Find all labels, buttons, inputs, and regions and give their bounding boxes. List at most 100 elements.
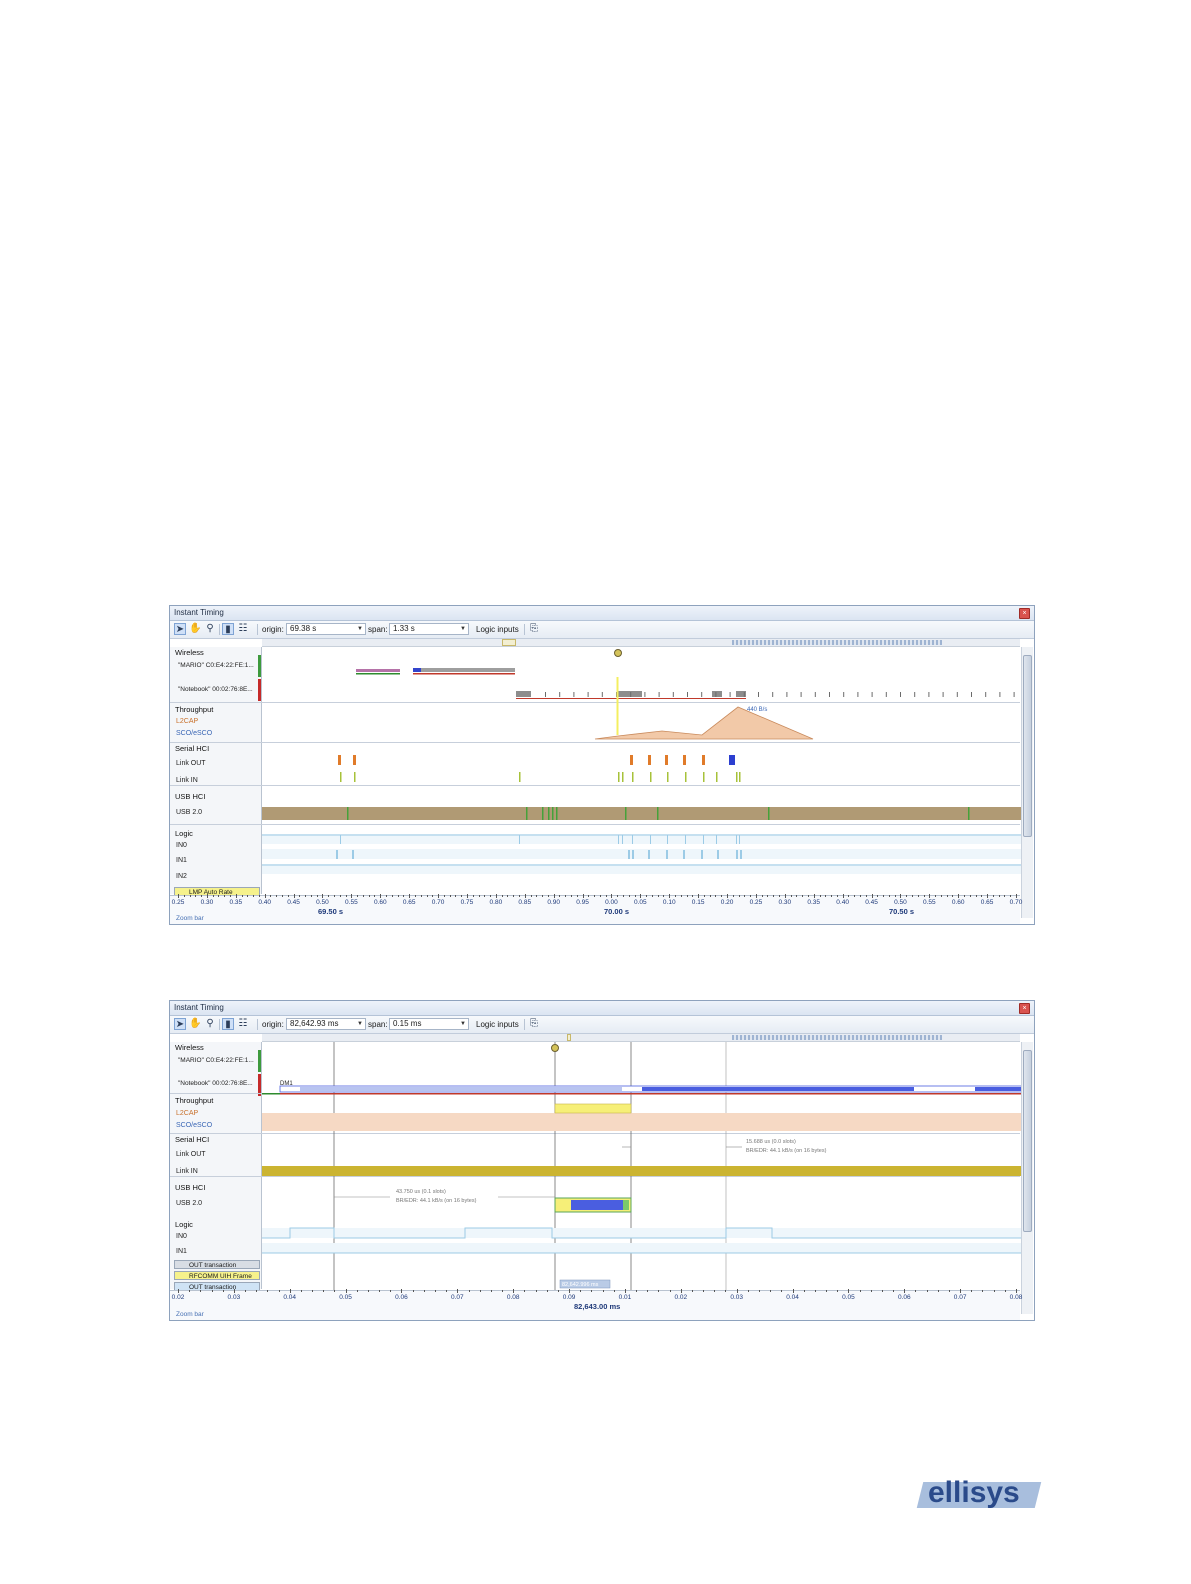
pointer-icon[interactable]: ➤ bbox=[174, 1018, 186, 1030]
packet-tick bbox=[743, 692, 745, 697]
timing-plot-2[interactable]: DM1 15.688 us (0.0 slots) BR/EDR: 44.1 k… bbox=[262, 1042, 1023, 1290]
axis-tick-label: 0.05 bbox=[842, 1294, 855, 1301]
out-transaction-button[interactable]: OUT transaction bbox=[174, 1260, 260, 1269]
link-out-mark bbox=[353, 755, 356, 765]
axis-tick-label: 0.70 bbox=[1009, 899, 1023, 906]
zoom-bar-label[interactable]: Zoom bar bbox=[176, 915, 204, 922]
axis-minor-tick bbox=[502, 1290, 504, 1292]
link-in-mark bbox=[650, 772, 652, 782]
vertical-scrollbar[interactable] bbox=[1021, 1042, 1033, 1314]
close-icon[interactable]: × bbox=[1019, 1003, 1030, 1014]
axis-minor-tick bbox=[883, 895, 885, 897]
packet-mark bbox=[413, 668, 421, 672]
overview-handle[interactable] bbox=[502, 639, 516, 646]
link-out-mark bbox=[729, 755, 735, 765]
settings-dropdown-icon[interactable]: ☷ bbox=[237, 1018, 249, 1030]
timing-plot-1-svg[interactable]: 440 B/s bbox=[262, 647, 1022, 894]
axis-minor-tick bbox=[224, 895, 226, 897]
axis-minor-tick bbox=[414, 895, 416, 897]
axis-minor-tick bbox=[253, 895, 255, 897]
axis-minor-tick bbox=[657, 895, 659, 897]
axis-tick-label: 0.05 bbox=[634, 899, 647, 906]
axis-tick bbox=[904, 1289, 906, 1293]
axis-minor-tick bbox=[256, 1290, 258, 1292]
axis-minor-tick bbox=[245, 1290, 247, 1292]
device-notebook-label[interactable]: "Notebook" 00:02:76:8E... bbox=[178, 686, 253, 693]
axis-tick-label: 0.30 bbox=[778, 899, 792, 906]
device-notebook-label[interactable]: "Notebook" 00:02:76:8E... bbox=[178, 1080, 253, 1087]
time-axis[interactable]: 0.25 0.30 0.35 0.40 0.45 0.50 0.55 0.60 0.65 0.70… bbox=[170, 894, 1023, 924]
axis-tick bbox=[727, 894, 729, 898]
cursor-mode-icon[interactable]: ▮ bbox=[222, 623, 234, 635]
axis-tick bbox=[409, 894, 411, 898]
time-axis[interactable]: 0.02 0.03 0.04 0.05 0.06 0.07 0.08 0.09 0.01 0.02… bbox=[170, 1289, 1022, 1320]
vertical-scrollbar[interactable] bbox=[1021, 647, 1033, 918]
axis-tick-label: 0.02 bbox=[674, 1294, 688, 1301]
export-icon[interactable]: ⎘ bbox=[528, 1018, 540, 1030]
scroll-thumb[interactable] bbox=[1023, 655, 1032, 837]
axis-tick bbox=[524, 894, 526, 898]
axis-tick bbox=[736, 1289, 738, 1293]
packet-tick bbox=[758, 692, 759, 697]
cursor-mode-icon[interactable]: ▮ bbox=[222, 1018, 234, 1030]
axis-tick-label: 0.06 bbox=[897, 1294, 911, 1301]
span-combo[interactable]: 1.33 s ▼ bbox=[389, 623, 469, 635]
timing-plot-2-svg[interactable]: DM1 15.688 us (0.0 slots) BR/EDR: 44.1 k… bbox=[262, 1042, 1023, 1290]
origin-combo[interactable]: 69.38 s ▼ bbox=[286, 623, 366, 635]
packet-tick bbox=[559, 692, 561, 697]
axis-minor-tick bbox=[530, 895, 532, 897]
axis-minor-tick bbox=[1004, 1290, 1006, 1292]
axis-minor-tick bbox=[906, 895, 908, 897]
logic-inputs-button[interactable]: Logic inputs bbox=[476, 625, 519, 634]
axis-tick bbox=[680, 1289, 682, 1293]
device-mario-label[interactable]: "MARIO" C0:E4:22:FE:1... bbox=[178, 1057, 254, 1064]
axis-minor-tick bbox=[513, 895, 515, 897]
toolbar-separator bbox=[524, 1019, 525, 1030]
logic-pulse bbox=[628, 850, 630, 859]
span-combo[interactable]: 0.15 ms ▼ bbox=[389, 1018, 469, 1030]
overview-bar[interactable] bbox=[262, 1034, 1020, 1042]
axis-tick-label: 0.00 bbox=[605, 899, 618, 906]
channel-labels: Wireless "MARIO" C0:E4:22:FE:1... "Noteb… bbox=[170, 1042, 262, 1291]
axis-minor-tick bbox=[397, 895, 399, 897]
scroll-thumb[interactable] bbox=[1023, 1050, 1032, 1232]
logic-pulse bbox=[622, 835, 623, 844]
axis-tick-label: 0.25 bbox=[171, 899, 185, 906]
axis-minor-tick bbox=[287, 895, 289, 897]
overview-handle[interactable] bbox=[567, 1034, 571, 1041]
axis-tick bbox=[569, 1289, 571, 1293]
axis-tick-label: 0.03 bbox=[227, 1294, 241, 1301]
origin-combo[interactable]: 82,642.93 ms ▼ bbox=[286, 1018, 366, 1030]
axis-minor-tick bbox=[299, 895, 301, 897]
axis-minor-tick bbox=[658, 1290, 660, 1292]
device-mario-label[interactable]: "MARIO" C0:E4:22:FE:1... bbox=[178, 662, 254, 669]
logic-inputs-button[interactable]: Logic inputs bbox=[476, 1020, 519, 1029]
axis-minor-tick bbox=[617, 895, 619, 897]
logic-pulse bbox=[703, 835, 704, 844]
axis-tick bbox=[235, 894, 237, 898]
axis-minor-tick bbox=[935, 895, 937, 897]
axis-tick bbox=[582, 894, 584, 898]
hand-icon[interactable]: ✋ bbox=[189, 1018, 201, 1030]
pointer-icon[interactable]: ➤ bbox=[174, 623, 186, 635]
zoom-icon[interactable]: ⚲ bbox=[204, 1018, 216, 1030]
axis-minor-tick bbox=[779, 895, 781, 897]
rfcomm-uih-frame-button[interactable]: RFCOMM UIH Frame bbox=[174, 1271, 260, 1280]
packet-tick bbox=[857, 692, 859, 697]
axis-tick-label: 0.75 bbox=[460, 899, 474, 906]
settings-dropdown-icon[interactable]: ☷ bbox=[237, 623, 249, 635]
packet-tick bbox=[885, 692, 887, 697]
overview-bar[interactable] bbox=[262, 639, 1020, 647]
timing-plot-1[interactable]: 440 B/s bbox=[262, 647, 1022, 894]
hand-icon[interactable]: ✋ bbox=[189, 623, 201, 635]
usb-mark bbox=[556, 807, 558, 820]
logic-lane bbox=[262, 1228, 1022, 1238]
zoom-icon[interactable]: ⚲ bbox=[204, 623, 216, 635]
export-icon[interactable]: ⎘ bbox=[528, 623, 540, 635]
axis-tick-label: 0.95 bbox=[576, 899, 589, 906]
link-out-mark bbox=[338, 755, 341, 765]
close-icon[interactable]: × bbox=[1019, 608, 1030, 619]
axis-tick bbox=[264, 894, 266, 898]
axis-tick-label: 0.05 bbox=[339, 1294, 352, 1301]
zoom-bar-label[interactable]: Zoom bar bbox=[176, 1311, 204, 1318]
